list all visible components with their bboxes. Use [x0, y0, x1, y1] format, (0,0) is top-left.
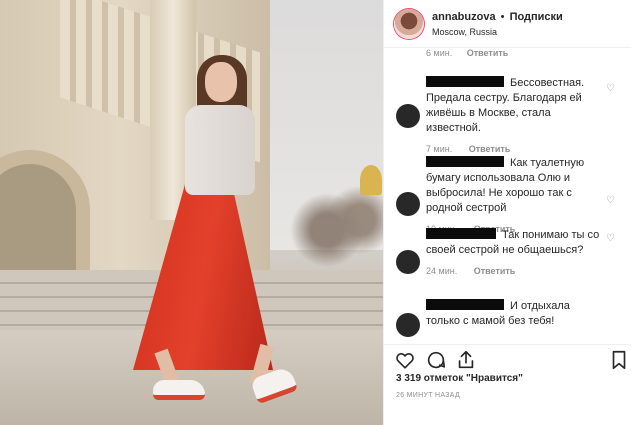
comment-body: И отдыхала только с мамой без тебя! — [426, 299, 601, 329]
post-timestamp: 26 МИНУТ НАЗАД — [396, 392, 461, 399]
comment-like-heart-icon[interactable]: ♡ — [606, 84, 616, 94]
comment-body: Так понимаю ты со своей сестрой не общае… — [426, 228, 601, 279]
author-avatar[interactable] — [394, 9, 424, 39]
comment-body: Бессовестная. Предала сестру. Благодаря … — [426, 76, 601, 157]
commenter-avatar-redacted[interactable] — [396, 192, 420, 216]
comment-meta: 7 мин. Ответить — [426, 142, 601, 157]
photo-golden-dome — [360, 165, 382, 195]
comment-like-heart-icon[interactable]: ♡ — [606, 234, 616, 244]
reply-button[interactable]: Ответить — [474, 266, 516, 276]
post-location[interactable]: Moscow, Russia — [432, 27, 497, 37]
commenter-avatar-redacted[interactable] — [396, 250, 420, 274]
redacted-username — [426, 299, 504, 310]
redacted-username — [426, 228, 496, 239]
reply-button[interactable]: Ответить — [469, 144, 511, 154]
post-side-panel: annabuzova • Подписки Moscow, Russia 6 м… — [383, 0, 631, 425]
comment-meta: 24 мин. Ответить — [426, 264, 601, 279]
bookmark-icon[interactable] — [608, 349, 630, 371]
comment-time: 24 мин. — [426, 266, 458, 276]
redacted-username — [426, 76, 504, 87]
author-line: annabuzova • Подписки — [432, 11, 563, 23]
post-header: annabuzova • Подписки Moscow, Russia — [384, 0, 631, 48]
comment-body: Как туалетную бумагу использовала Олю и … — [426, 156, 601, 237]
comments-list[interactable]: 6 мин. Ответить Бессовестная. Предала се… — [384, 48, 631, 344]
comment-like-heart-icon[interactable]: ♡ — [606, 196, 616, 206]
heart-icon[interactable] — [394, 349, 416, 371]
post-photo[interactable] — [0, 0, 383, 425]
header-separator: • — [500, 11, 505, 23]
previous-comment-meta: 6 мин. Ответить — [426, 48, 508, 58]
likes-count[interactable]: 3 319 отметок "Нравится" — [396, 373, 523, 384]
reply-button[interactable]: Ответить — [467, 48, 509, 58]
redacted-username — [426, 156, 504, 167]
commenter-avatar-redacted[interactable] — [396, 104, 420, 128]
comment-time: 6 мин. — [426, 48, 453, 58]
post-actions-bar — [384, 344, 631, 372]
commenter-avatar-redacted[interactable] — [396, 313, 420, 337]
comment-time: 7 мин. — [426, 144, 453, 154]
author-username[interactable]: annabuzova — [432, 11, 496, 23]
comment-bubble-icon[interactable] — [425, 349, 447, 371]
following-button[interactable]: Подписки — [510, 11, 563, 23]
share-icon[interactable] — [455, 349, 477, 371]
photo-woman-in-red-skirt — [125, 50, 299, 410]
